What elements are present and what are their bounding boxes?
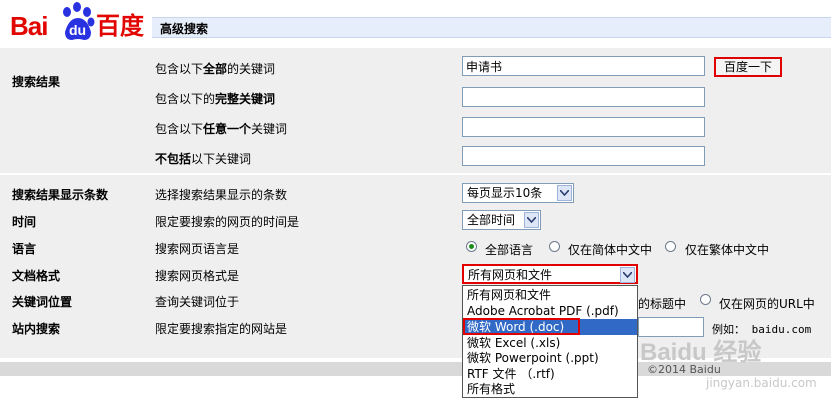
logo-text-cn: 百度 xyxy=(96,12,144,40)
dropdown-option-xls[interactable]: 微软 Excel (.xls) xyxy=(463,335,637,351)
search-results-section xyxy=(0,48,831,173)
exclude-keywords-input[interactable] xyxy=(462,146,705,166)
options-section xyxy=(0,175,831,358)
result-count-value: 每页显示10条 xyxy=(467,186,543,200)
dropdown-option-any[interactable]: 所有格式 xyxy=(463,381,637,397)
lang-desc: 搜索网页语言是 xyxy=(155,242,240,256)
position-title-label: 的标题中 xyxy=(638,297,687,311)
dropdown-option-rtf[interactable]: RTF 文件 （.rtf) xyxy=(463,366,637,382)
radio-lang-all[interactable] xyxy=(466,241,477,252)
row-any-keyword-label: 包含以下任意一个关键词 xyxy=(155,122,288,136)
radio-lang-traditional-label: 仅在繁体中文中 xyxy=(685,243,770,257)
logo-text-bai: Bai xyxy=(10,11,48,41)
count-desc: 选择搜索结果显示的条数 xyxy=(155,188,288,202)
title-bar: 高级搜索 xyxy=(152,17,831,38)
watermark-text: Baidu 经验 xyxy=(640,339,762,366)
position-url-label: 仅在网页的URL中 xyxy=(719,297,815,311)
section-label-site: 站内搜索 xyxy=(12,322,61,336)
file-format-value: 所有网页和文件 xyxy=(468,268,553,282)
all-keywords-input[interactable] xyxy=(462,56,705,76)
format-desc: 搜索网页格式是 xyxy=(155,269,240,283)
section-label-results: 搜索结果 xyxy=(12,75,61,89)
chevron-down-icon xyxy=(620,267,635,283)
result-count-select[interactable]: 每页显示10条 xyxy=(462,183,574,203)
any-keyword-input[interactable] xyxy=(462,117,705,137)
watermark-url: jingyan.baidu.com xyxy=(706,376,817,390)
radio-lang-simplified-label: 仅在简体中文中 xyxy=(568,243,653,257)
section-label-position: 关键词位置 xyxy=(12,295,73,309)
time-value: 全部时间 xyxy=(467,213,516,227)
time-select[interactable]: 全部时间 xyxy=(462,210,541,230)
exact-phrase-input[interactable] xyxy=(462,87,705,107)
row-exclude-label: 不包括以下关键词 xyxy=(155,152,252,166)
paw-text: du xyxy=(69,22,87,38)
dropdown-option-pdf[interactable]: Adobe Acrobat PDF (.pdf) xyxy=(463,303,637,319)
file-format-select[interactable]: 所有网页和文件 xyxy=(462,264,638,284)
row-exact-phrase-label: 包含以下的完整关键词 xyxy=(155,92,276,106)
search-button[interactable]: 百度一下 xyxy=(714,57,782,77)
section-label-lang: 语言 xyxy=(12,242,37,256)
baidu-logo[interactable]: Bai du 百度 xyxy=(10,2,150,42)
row-all-keywords-label: 包含以下全部的关键词 xyxy=(155,62,276,76)
radio-lang-traditional[interactable] xyxy=(665,241,676,252)
page-title: 高级搜索 xyxy=(160,22,209,36)
time-desc: 限定要搜索的网页的时间是 xyxy=(155,215,300,229)
section-label-count: 搜索结果显示条数 xyxy=(12,188,109,202)
chevron-down-icon xyxy=(557,185,572,201)
section-label-format: 文档格式 xyxy=(12,269,61,283)
section-label-time: 时间 xyxy=(12,215,37,229)
radio-lang-simplified[interactable] xyxy=(549,241,560,252)
dropdown-option-ppt[interactable]: 微软 Powerpoint (.ppt) xyxy=(463,350,637,366)
radio-lang-all-label: 全部语言 xyxy=(485,243,534,257)
position-desc: 查询关键词位于 xyxy=(155,295,240,309)
dropdown-option-all[interactable]: 所有网页和文件 xyxy=(463,287,637,303)
chevron-down-icon xyxy=(524,212,539,228)
file-format-dropdown[interactable]: 所有网页和文件 Adobe Acrobat PDF (.pdf) 微软 Word… xyxy=(462,285,638,398)
site-desc: 限定要搜索指定的网站是 xyxy=(155,322,288,336)
dropdown-option-doc[interactable]: 微软 Word (.doc) xyxy=(463,318,637,335)
highlight-outline xyxy=(463,318,580,335)
paw-icon: du xyxy=(57,2,99,42)
radio-position-url[interactable] xyxy=(700,294,711,305)
